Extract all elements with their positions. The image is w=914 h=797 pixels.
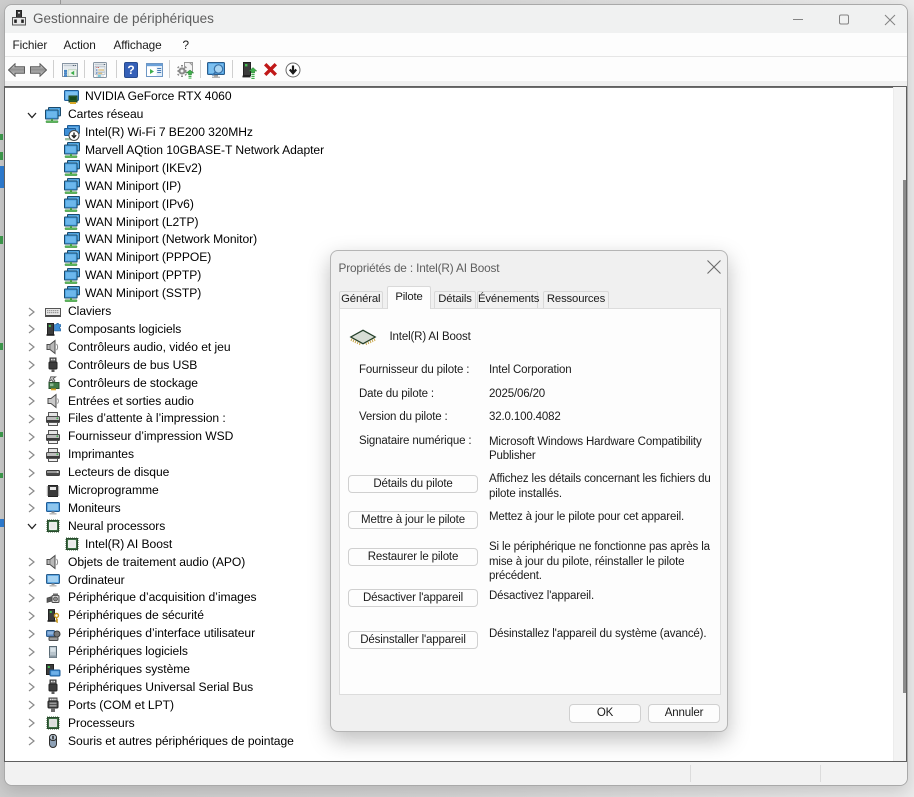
svg-text:?: ? (127, 63, 134, 77)
